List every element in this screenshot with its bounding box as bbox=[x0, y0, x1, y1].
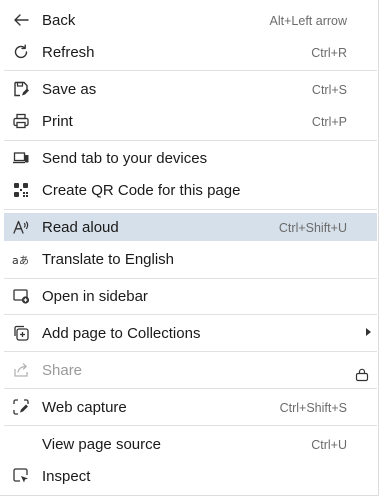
chevron-right-icon bbox=[366, 328, 371, 336]
menu-item-inspect[interactable]: Inspect bbox=[4, 462, 377, 490]
menu-item-read-aloud[interactable]: Read aloud Ctrl+Shift+U bbox=[4, 213, 377, 241]
back-arrow-icon bbox=[12, 11, 30, 29]
menu-item-label: Open in sidebar bbox=[42, 288, 148, 305]
save-as-icon bbox=[12, 80, 30, 98]
menu-item-refresh[interactable]: Refresh Ctrl+R bbox=[4, 38, 377, 66]
web-capture-icon bbox=[12, 398, 30, 416]
shortcut-text: Ctrl+S bbox=[311, 83, 347, 97]
menu-item-label: Share bbox=[42, 362, 83, 379]
menu-item-web-capture[interactable]: Web capture Ctrl+Shift+S bbox=[4, 393, 377, 421]
share-icon bbox=[12, 361, 30, 379]
collections-add-icon bbox=[12, 324, 30, 342]
shortcut-text: Ctrl+U bbox=[311, 438, 347, 452]
menu-item-open-in-sidebar[interactable]: Open in sidebar bbox=[4, 282, 377, 310]
shortcut-text: Ctrl+Shift+U bbox=[278, 221, 347, 235]
menu-separator bbox=[4, 314, 377, 315]
menu-item-send-tab[interactable]: Send tab to your devices bbox=[4, 144, 377, 172]
inspect-icon bbox=[12, 467, 30, 485]
menu-item-label: View page source bbox=[42, 436, 161, 453]
translate-icon: aあ bbox=[12, 250, 30, 268]
menu-separator bbox=[4, 140, 377, 141]
svg-text:a: a bbox=[12, 254, 19, 267]
menu-separator bbox=[4, 278, 377, 279]
shortcut-text: Ctrl+P bbox=[311, 115, 347, 129]
menu-separator bbox=[4, 70, 377, 71]
lock-icon bbox=[355, 368, 369, 382]
send-to-devices-icon bbox=[12, 149, 30, 167]
refresh-icon bbox=[12, 43, 30, 61]
shortcut-text: Ctrl+R bbox=[311, 46, 347, 60]
shortcut-text: Alt+Left arrow bbox=[269, 14, 347, 28]
open-in-sidebar-icon bbox=[12, 287, 30, 305]
menu-separator bbox=[4, 209, 377, 210]
qr-code-icon bbox=[12, 181, 30, 199]
menu-item-label: Translate to English bbox=[42, 251, 175, 268]
menu-item-label: Inspect bbox=[42, 468, 91, 485]
menu-item-translate[interactable]: aあ Translate to English bbox=[4, 245, 377, 273]
menu-item-create-qr-code[interactable]: Create QR Code for this page bbox=[4, 176, 377, 204]
menu-separator bbox=[4, 388, 377, 389]
menu-item-label: Refresh bbox=[42, 44, 95, 61]
shortcut-text: Ctrl+Shift+S bbox=[279, 401, 347, 415]
menu-item-label: Save as bbox=[42, 81, 97, 98]
menu-item-label: Read aloud bbox=[42, 219, 119, 236]
menu-item-print[interactable]: Print Ctrl+P bbox=[4, 107, 377, 135]
menu-item-label: Create QR Code for this page bbox=[42, 182, 241, 199]
menu-item-view-page-source[interactable]: View page source Ctrl+U bbox=[4, 430, 377, 458]
menu-separator bbox=[4, 425, 377, 426]
svg-text:あ: あ bbox=[19, 255, 29, 267]
menu-item-label: Print bbox=[42, 113, 73, 130]
menu-item-label: Add page to Collections bbox=[42, 325, 201, 342]
read-aloud-icon bbox=[12, 218, 30, 236]
printer-icon bbox=[12, 112, 30, 130]
menu-item-add-to-collections[interactable]: Add page to Collections bbox=[4, 319, 377, 347]
menu-item-share: Share bbox=[4, 356, 377, 384]
context-menu: Back Alt+Left arrow Refresh Ctrl+R Save … bbox=[0, 0, 379, 496]
menu-separator bbox=[4, 351, 377, 352]
menu-item-back[interactable]: Back Alt+Left arrow bbox=[4, 6, 377, 34]
menu-item-save-as[interactable]: Save as Ctrl+S bbox=[4, 75, 377, 103]
menu-item-label: Web capture bbox=[42, 399, 127, 416]
menu-item-label: Send tab to your devices bbox=[42, 150, 208, 167]
menu-item-label: Back bbox=[42, 12, 76, 29]
